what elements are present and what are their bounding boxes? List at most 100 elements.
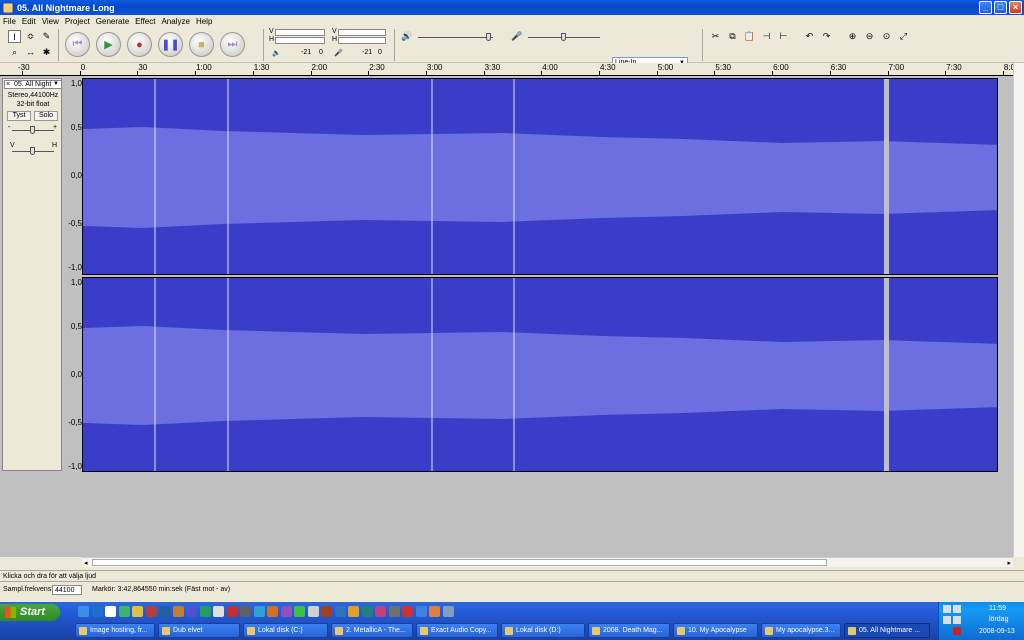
quick-launch-icon[interactable]	[186, 606, 197, 617]
silence-icon[interactable]: ⊢	[777, 30, 790, 43]
quick-launch-icon[interactable]	[145, 606, 157, 617]
output-volume-slider[interactable]	[418, 37, 493, 38]
close-button[interactable]: ×	[1009, 1, 1022, 14]
menu-help[interactable]: Help	[196, 17, 212, 26]
menu-generate[interactable]: Generate	[96, 17, 129, 26]
draw-tool-icon[interactable]: ✎	[40, 30, 53, 43]
record-button[interactable]: ●	[127, 32, 152, 57]
tray-icon[interactable]	[953, 627, 961, 635]
waveform-right-channel[interactable]	[82, 277, 998, 472]
menu-edit[interactable]: Edit	[22, 17, 36, 26]
menu-project[interactable]: Project	[65, 17, 90, 26]
menu-view[interactable]: View	[42, 17, 59, 26]
multi-tool-icon[interactable]: ✱	[40, 46, 53, 59]
quick-launch-icon[interactable]	[442, 606, 454, 617]
quick-launch-icon[interactable]	[267, 606, 278, 617]
horizontal-scroll-thumb[interactable]	[92, 559, 827, 566]
minimize-button[interactable]: _	[979, 1, 992, 14]
taskbar-item[interactable]: Dub elvet	[158, 623, 240, 638]
fit-project-icon[interactable]: ⤢	[897, 30, 910, 43]
quick-launch-icon[interactable]	[321, 606, 332, 617]
taskbar-item-active[interactable]: 05. All Nightmare ...	[844, 623, 930, 638]
skip-start-button[interactable]: ⏮	[65, 32, 90, 57]
start-button[interactable]: Start	[0, 604, 60, 621]
close-track-icon[interactable]: ×	[6, 81, 10, 88]
quick-launch-icon[interactable]	[213, 606, 224, 617]
quick-launch-icon[interactable]	[415, 606, 427, 617]
maximize-button[interactable]: □	[994, 1, 1007, 14]
zoom-tool-icon[interactable]: ⌕	[8, 46, 21, 59]
timeshift-tool-icon[interactable]: ↔	[24, 46, 37, 59]
envelope-tool-icon[interactable]: ≎	[24, 30, 37, 43]
quick-launch-icon[interactable]	[172, 606, 184, 617]
fit-selection-icon[interactable]: ⊙	[880, 30, 893, 43]
quick-launch-icon[interactable]	[361, 606, 373, 617]
quick-launch-icon[interactable]	[348, 606, 359, 617]
pause-button[interactable]: ❚❚	[158, 32, 183, 57]
gain-slider-thumb[interactable]	[30, 126, 35, 134]
quick-launch-icon[interactable]	[118, 606, 130, 617]
quick-launch-icon[interactable]	[240, 606, 251, 617]
amp-label: -0,5	[68, 418, 82, 427]
quick-launch-icon[interactable]	[105, 606, 116, 617]
menu-file[interactable]: File	[3, 17, 16, 26]
menu-analyze[interactable]: Analyze	[161, 17, 189, 26]
tray-icon[interactable]	[953, 605, 961, 613]
quick-launch-icon[interactable]	[159, 606, 170, 617]
taskbar-item[interactable]: Exact Audio Copy...	[416, 623, 498, 638]
menu-effect[interactable]: Effect	[135, 17, 155, 26]
taskbar-item[interactable]: 2. MetallicA - The...	[331, 623, 413, 638]
zoom-out-icon[interactable]: ⊖	[863, 30, 876, 43]
pan-slider-thumb[interactable]	[30, 147, 35, 155]
waveform-left-channel[interactable]	[82, 78, 998, 275]
amp-label: 0,0	[70, 370, 82, 379]
solo-button[interactable]: Solo	[34, 111, 58, 121]
window-icon	[79, 627, 87, 635]
quick-launch-icon[interactable]	[375, 606, 386, 617]
tray-icon[interactable]	[953, 616, 961, 624]
skip-end-button[interactable]: ⏭	[220, 32, 245, 57]
selection-tool-icon[interactable]: I	[8, 30, 21, 43]
undo-icon[interactable]: ↶	[803, 30, 816, 43]
tray-icon[interactable]	[943, 616, 951, 624]
quick-launch-icon[interactable]	[91, 606, 103, 617]
track-name-dropdown[interactable]: × 05. All Night ▼	[4, 80, 62, 89]
quick-launch-icon[interactable]	[307, 606, 319, 617]
cut-icon[interactable]: ✂	[709, 30, 722, 43]
timeline-ruler[interactable]: -30 0 30 1:00 1:30 2:00 2:30 3:00 3:30 4:00 4:30 5:…	[0, 63, 1019, 76]
quick-launch-icon[interactable]	[429, 606, 440, 617]
quick-launch-icon[interactable]	[334, 606, 346, 617]
taskbar-item[interactable]: Lokal disk (D:)	[501, 623, 585, 638]
trim-icon[interactable]: ⊣	[760, 30, 773, 43]
copy-icon[interactable]: ⧉	[726, 30, 739, 43]
taskbar-item[interactable]: 10. My Apocalypse	[673, 623, 758, 638]
quick-launch-icon[interactable]	[294, 606, 305, 617]
stop-button[interactable]: ■	[189, 32, 214, 57]
horizontal-scrollbar[interactable]: ◂ ▸	[82, 557, 1013, 567]
taskbar-item[interactable]: My apocalypse.3...	[761, 623, 841, 638]
quick-launch-icon[interactable]	[388, 606, 400, 617]
mute-button[interactable]: Tyst	[7, 111, 31, 121]
play-button[interactable]: ▶	[96, 32, 121, 57]
input-volume-thumb[interactable]	[561, 33, 566, 41]
paste-icon[interactable]: 📋	[743, 30, 756, 43]
redo-icon[interactable]: ↷	[820, 30, 833, 43]
quick-launch-icon[interactable]	[226, 606, 238, 617]
taskbar-item[interactable]: 2008. Death Mag...	[588, 623, 670, 638]
quick-launch-icon[interactable]	[253, 606, 265, 617]
sample-rate-select[interactable]: 44100	[52, 585, 82, 595]
quick-launch-icon[interactable]	[199, 606, 211, 617]
quick-launch-icon[interactable]	[402, 606, 413, 617]
quick-launch-icon[interactable]	[132, 606, 143, 617]
tray-icon[interactable]	[943, 605, 951, 613]
vertical-scrollbar[interactable]	[1013, 63, 1024, 557]
clock-time[interactable]: 11:59	[989, 605, 1006, 612]
scroll-right-icon[interactable]: ▸	[1007, 559, 1011, 567]
quick-launch-icon[interactable]	[280, 606, 292, 617]
quick-launch-icon[interactable]	[78, 606, 89, 617]
output-volume-thumb[interactable]	[486, 33, 491, 41]
taskbar-item[interactable]: Lokal disk (C:)	[243, 623, 328, 638]
scroll-left-icon[interactable]: ◂	[84, 559, 88, 567]
zoom-in-icon[interactable]: ⊕	[846, 30, 859, 43]
taskbar-item[interactable]: Image hosting, fr...	[75, 623, 155, 638]
